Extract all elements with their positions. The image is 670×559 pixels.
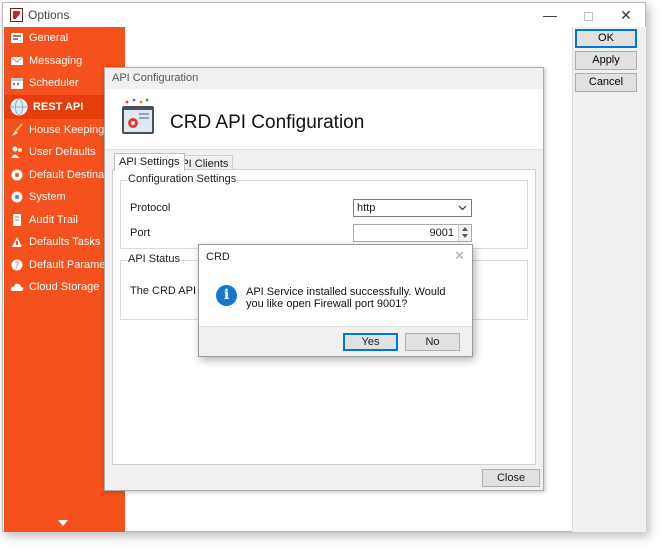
- info-icon: i: [216, 285, 237, 306]
- port-input[interactable]: 9001: [353, 224, 472, 242]
- dialog-message: API Service installed successfully. Woul…: [246, 286, 446, 310]
- system-icon: [10, 190, 24, 204]
- users-icon: [10, 145, 24, 159]
- button-panel: [572, 27, 646, 532]
- svg-text:?: ?: [15, 261, 19, 270]
- title-bar[interactable]: Options — ✕: [3, 3, 645, 27]
- sidebar-item-label: Cloud Storage: [29, 281, 100, 294]
- scheduler-icon: [10, 76, 24, 90]
- messaging-icon: [10, 54, 24, 68]
- close-window-button[interactable]: ✕: [607, 3, 645, 27]
- audit-icon: [10, 213, 24, 227]
- parameters-icon: ?: [10, 258, 24, 272]
- stepper-down-icon[interactable]: [459, 233, 471, 241]
- no-button[interactable]: No: [405, 333, 460, 351]
- api-window-title: API Configuration: [112, 72, 199, 84]
- broom-icon: [10, 123, 24, 137]
- sidebar-item-label: General: [29, 32, 69, 45]
- sidebar-item-label: Defaults Tasks: [29, 236, 101, 249]
- port-label: Port: [130, 227, 151, 239]
- port-value: 9001: [429, 227, 454, 239]
- status-group-label: API Status: [127, 253, 181, 265]
- dialog-title: CRD: [206, 251, 230, 263]
- sidebar-item-label: House Keeping: [29, 123, 105, 136]
- protocol-value: http: [357, 202, 376, 214]
- chevron-down-icon: [458, 205, 467, 211]
- sidebar-item-label: Messaging: [29, 54, 83, 67]
- sidebar-item-label: System: [29, 191, 66, 204]
- dialog-close-icon[interactable]: ✕: [454, 248, 465, 264]
- minimize-button[interactable]: —: [531, 3, 569, 27]
- tasks-icon: [10, 235, 24, 249]
- protocol-label: Protocol: [130, 202, 171, 214]
- cancel-button[interactable]: Cancel: [575, 73, 637, 92]
- header-title: CRD API Configuration: [170, 112, 365, 133]
- yes-button[interactable]: Yes: [343, 333, 398, 351]
- cloud-icon: [10, 280, 24, 294]
- configuration-group-label: Configuration Settings: [127, 173, 238, 185]
- scroll-down-arrow-icon[interactable]: [58, 520, 68, 526]
- protocol-select[interactable]: http: [353, 199, 472, 217]
- ok-button[interactable]: OK: [575, 29, 637, 48]
- api-settings-icon: [119, 97, 159, 137]
- configuration-group: Configuration Settings Protocol http Por…: [120, 173, 528, 249]
- sidebar-item-label: User Defaults: [29, 146, 96, 159]
- globe-icon: [10, 98, 28, 116]
- port-stepper[interactable]: [458, 225, 471, 241]
- apply-button[interactable]: Apply: [575, 51, 637, 70]
- stepper-up-icon[interactable]: [459, 225, 471, 233]
- sidebar-item-label: REST API: [33, 100, 84, 113]
- sidebar-item-label: Scheduler: [29, 77, 79, 90]
- window-title: Options: [28, 8, 70, 22]
- app-icon: [10, 8, 23, 22]
- general-icon: [10, 31, 24, 45]
- api-header: CRD API Configuration: [105, 89, 543, 150]
- maximize-button[interactable]: [569, 3, 607, 27]
- close-button[interactable]: Close: [482, 469, 540, 487]
- destinations-icon: [10, 168, 24, 182]
- tab-api-settings[interactable]: API Settings: [114, 153, 185, 171]
- dialog-footer: Yes No: [199, 326, 472, 356]
- sidebar-item-label: Audit Trail: [29, 213, 78, 226]
- confirm-dialog: CRD ✕ i API Service installed successful…: [198, 244, 473, 357]
- sidebar-item-general[interactable]: General: [4, 27, 125, 50]
- maximize-icon: [583, 11, 593, 21]
